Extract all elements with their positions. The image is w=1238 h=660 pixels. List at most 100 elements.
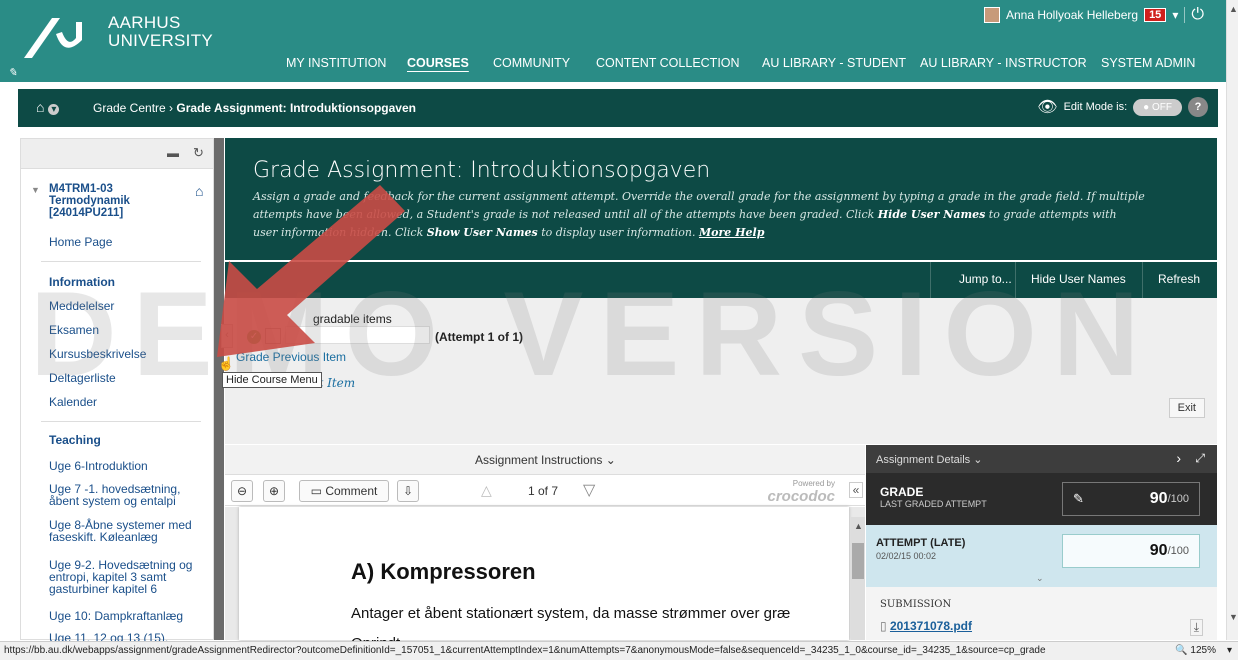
edit-mode-label: Edit Mode is: [1063, 101, 1128, 113]
breadcrumb-path: Grade Centre › Grade Assignment: Introdu… [93, 101, 416, 115]
tab-system-admin[interactable]: SYSTEM ADMIN [1101, 56, 1195, 70]
home-icon[interactable]: ⌂ [195, 183, 203, 199]
university-logo-icon[interactable] [22, 14, 84, 60]
eye-icon[interactable]: 👁 [1037, 97, 1057, 117]
scroll-down-icon[interactable]: ▼ [1229, 612, 1238, 622]
browser-status-bar: https://bb.au.dk/webapps/assignment/grad… [0, 641, 1238, 660]
sidebar-item-uge-6[interactable]: Uge 6-Introduktion [49, 459, 148, 473]
user-name[interactable]: Anna Hollyoak Helleberg [1006, 8, 1138, 22]
scroll-up-icon[interactable]: ▲ [1229, 4, 1238, 14]
course-name: Termodynamik [49, 195, 130, 207]
page-title: Grade Assignment: Introduktionsopgaven [253, 158, 711, 183]
exit-button[interactable]: Exit [1168, 398, 1205, 418]
top-navigation-bar: AARHUS UNIVERSITY ✎ MY INSTITUTION COURS… [0, 0, 1226, 82]
description-show-names: Show User Names [426, 226, 538, 239]
description-line-2-end: to grade attempts with [985, 208, 1117, 221]
description-hide-names: Hide User Names [877, 208, 986, 221]
comment-label: Comment [325, 484, 378, 498]
download-icon[interactable]: ⤓ [1189, 619, 1203, 636]
page-up-icon[interactable]: △ [481, 482, 492, 499]
assignment-instructions-bar[interactable]: Assignment Instructions ⌄ [225, 445, 865, 475]
tab-au-library-student[interactable]: AU LIBRARY - STUDENT [762, 56, 906, 70]
expand-icon[interactable]: ⤢ [1195, 451, 1205, 466]
notification-badge[interactable]: 15 [1144, 8, 1167, 22]
chevron-down-icon[interactable]: ⌄ [1036, 573, 1044, 584]
chevron-down-icon[interactable]: ▾ [1227, 645, 1232, 656]
sidebar-item-uge-9[interactable]: Uge 9-2. Hovedsætning og entropi, kapite… [49, 559, 199, 595]
assignment-instructions-toggle[interactable]: Assignment Instructions ⌄ [475, 453, 616, 467]
brand-line-2: UNIVERSITY [108, 31, 214, 50]
document-heading: A) Kompressoren [351, 559, 536, 584]
edit-mode-control: 👁 Edit Mode is: ● OFF ? [1037, 97, 1208, 117]
tab-courses[interactable]: COURSES [407, 56, 469, 70]
help-button[interactable]: ? [1188, 97, 1208, 117]
submission-file[interactable]: ▯ 201371078.pdf [880, 619, 972, 633]
grade-input[interactable]: ✎ 90/100 [1062, 482, 1200, 516]
page-down-icon[interactable]: ▽ [583, 480, 595, 500]
sidebar-item-uge-8[interactable]: Uge 8-Åbne systemer med faseskift. Kølea… [49, 519, 199, 543]
sidebar-item-uge-10[interactable]: Uge 10: Dampkraftanlæg [49, 609, 183, 623]
chevron-down-icon[interactable]: ▾ [1172, 8, 1178, 22]
crocodoc-label: crocodoc [767, 488, 835, 505]
scroll-up-icon[interactable]: ▲ [854, 521, 863, 531]
attempt-grade-input[interactable]: 90/100 [1062, 534, 1200, 568]
avatar [983, 7, 1000, 23]
hide-course-menu-tooltip: Hide Course Menu [222, 372, 322, 388]
refresh-button[interactable]: Refresh [1158, 272, 1200, 286]
download-icon[interactable]: ⇩ [397, 480, 419, 502]
zoom-value: 125% [1190, 645, 1216, 656]
breadcrumb-parent[interactable]: Grade Centre [93, 101, 166, 115]
document-viewer[interactable]: A) Kompressoren Antager et åbent station… [225, 507, 865, 652]
chevron-down-icon[interactable]: ▾ [48, 104, 60, 115]
sidebar-divider [41, 261, 201, 262]
powered-by-label: Powered by [792, 479, 835, 488]
folder-icon[interactable]: ▬ [167, 146, 179, 160]
refresh-icon[interactable]: ↻ [193, 145, 204, 161]
course-id: [24014PU211] [49, 207, 124, 219]
power-icon[interactable]: ⏻ [1191, 6, 1204, 24]
tab-au-library-instructor[interactable]: AU LIBRARY - INSTRUCTOR [920, 56, 1087, 70]
assignment-details-toggle[interactable]: Assignment Details ⌄ [876, 453, 982, 466]
zoom-level[interactable]: 🔍 125% [1171, 645, 1216, 656]
course-code: M4TRM1-03 [49, 183, 113, 195]
user-menu[interactable]: Anna Hollyoak Helleberg 15 ▾ ⏻ [983, 6, 1204, 24]
file-icon: ▯ [880, 619, 887, 633]
description-line-3-end: to display user information. [537, 226, 699, 239]
grade-section: GRADE LAST GRADED ATTEMPT ✎ 90/100 [866, 473, 1217, 525]
document-page: A) Kompressoren Antager et åbent station… [239, 507, 849, 652]
attempt-label: ATTEMPT (LATE) [876, 537, 966, 549]
zoom-in-icon[interactable]: ⊕ [263, 480, 285, 502]
course-title[interactable]: M4TRM1-03 Termodynamik [24014PU211] [49, 183, 130, 219]
tab-my-institution[interactable]: MY INSTITUTION [286, 56, 386, 70]
scroll-thumb[interactable] [852, 543, 864, 579]
zoom-out-icon[interactable]: ⊖ [231, 480, 253, 502]
collapse-triangle-icon[interactable]: ▼ [31, 185, 40, 195]
sidebar-item-home-page[interactable]: Home Page [49, 235, 112, 249]
crocodoc-logo: Powered by crocodoc [765, 479, 835, 505]
tab-content-collection[interactable]: CONTENT COLLECTION [596, 56, 740, 70]
document-scrollbar[interactable]: ▲ [851, 517, 865, 640]
details-header-label: Assignment Details [876, 454, 971, 466]
comment-icon: ▭ [310, 484, 322, 498]
assignment-details-header[interactable]: Assignment Details ⌄ › ⤢ [866, 445, 1217, 473]
comment-button[interactable]: ▭ Comment [299, 480, 389, 502]
pencil-icon[interactable]: ✎ [8, 66, 17, 79]
pencil-icon[interactable]: ✎ [1073, 491, 1084, 507]
assignment-details-panel: Assignment Details ⌄ › ⤢ GRADE LAST GRAD… [866, 445, 1217, 640]
chevron-right-icon[interactable]: › [1176, 450, 1181, 466]
sidebar-header-teaching[interactable]: Teaching [49, 433, 101, 447]
collapse-panel-icon[interactable]: « [849, 482, 863, 498]
sidebar-item-uge-7[interactable]: Uge 7 -1. hovedsætning, åbent system og … [49, 483, 199, 507]
submission-file-link[interactable]: 201371078.pdf [890, 619, 972, 633]
page-scrollbar[interactable]: ▲ ▼ [1226, 0, 1238, 640]
red-arrow-annotation [217, 185, 405, 357]
breadcrumb: ⌂ ▾ Grade Centre › Grade Assignment: Int… [18, 89, 1218, 127]
document-toolbar: ⊖ ⊕ ▭ Comment ⇩ △ 1 of 7 ▽ Powered by cr… [225, 476, 865, 506]
grade-max: /100 [1167, 493, 1189, 505]
chevron-down-icon: ⌄ [605, 453, 616, 467]
more-help-link[interactable]: More Help [699, 226, 764, 239]
tab-community[interactable]: COMMUNITY [493, 56, 570, 70]
page-counter: 1 of 7 [528, 484, 559, 498]
home-icon[interactable]: ⌂ ▾ [36, 99, 60, 115]
edit-mode-toggle[interactable]: ● OFF [1133, 98, 1182, 116]
